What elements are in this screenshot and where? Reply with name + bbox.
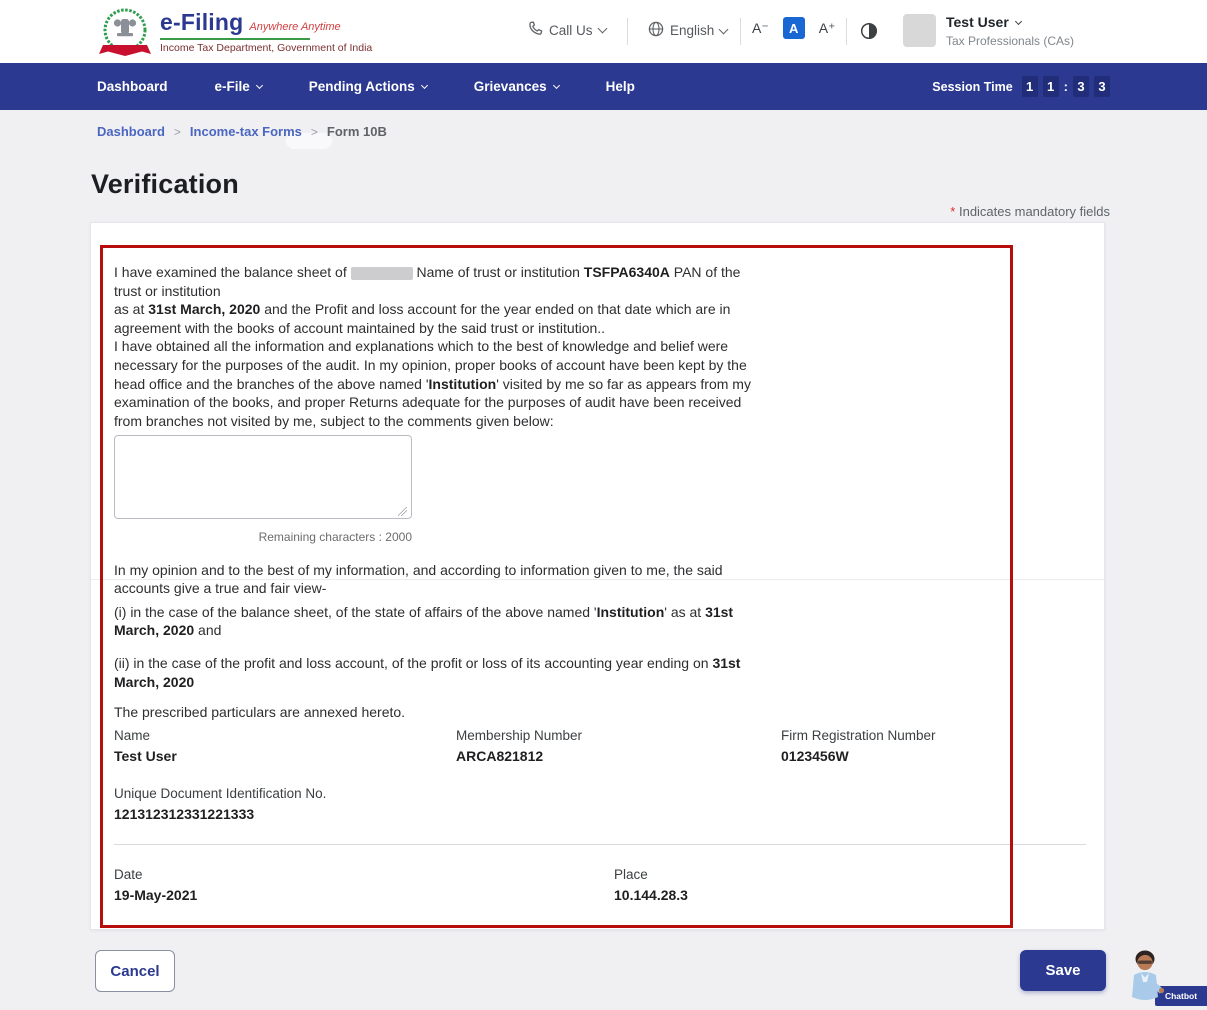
paragraph-profit-loss-ii: (ii) in the case of the profit and loss … (114, 654, 764, 691)
page-title: Verification (91, 169, 239, 200)
verification-text: I have examined the balance sheet of Nam… (114, 263, 764, 722)
udin-value: 121312312331221333 (114, 806, 326, 822)
header-divider (740, 18, 741, 45)
breadcrumb-separator: > (311, 125, 318, 139)
chevron-down-icon (719, 24, 729, 34)
national-emblem-icon (98, 5, 152, 66)
date-label: Date (114, 867, 197, 882)
font-default-button[interactable]: A (783, 17, 805, 39)
udin-label: Unique Document Identification No. (114, 786, 326, 801)
session-time-label: Session Time (932, 80, 1012, 94)
session-digit: 1 (1022, 76, 1038, 97)
globe-icon (648, 21, 664, 40)
efiling-logo: e-Filing Anywhere Anytime Income Tax Dep… (98, 5, 372, 66)
breadcrumb-current: Form 10B (327, 124, 387, 139)
nav-label: Help (606, 79, 635, 94)
font-increase-button[interactable]: A⁺ (819, 20, 836, 37)
session-colon: : (1064, 79, 1068, 94)
paragraph-obtained-info: I have obtained all the information and … (114, 337, 764, 430)
fields-divider (114, 844, 1086, 845)
place-value: 10.144.28.3 (614, 887, 688, 903)
call-us-label: Call Us (549, 23, 593, 38)
field-name: Name Test User (114, 728, 177, 764)
breadcrumb: Dashboard > Income-tax Forms > Form 10B (97, 124, 387, 139)
field-udin: Unique Document Identification No. 12131… (114, 786, 326, 822)
field-firm-registration: Firm Registration Number 0123456W (781, 728, 936, 764)
chevron-down-icon (553, 82, 560, 89)
chatbot-avatar-icon (1125, 949, 1165, 1010)
chevron-down-icon (597, 24, 607, 34)
font-size-controls: A⁻ A A⁺ (752, 17, 835, 39)
paragraph-opinion: In my opinion and to the best of my info… (114, 561, 764, 598)
main-navbar: Dashboard e-File Pending Actions Grievan… (0, 63, 1207, 110)
nav-label: e-File (215, 79, 250, 94)
nav-item-help[interactable]: Help (606, 79, 635, 94)
user-name: Test User (946, 14, 1009, 30)
brand-underline (160, 38, 310, 40)
brand-tagline: Anywhere Anytime (249, 21, 340, 33)
breadcrumb-separator: > (174, 125, 181, 139)
nav-item-grievances[interactable]: Grievances (474, 79, 559, 94)
paragraph-as-at: as at 31st March, 2020 and the Profit an… (114, 300, 764, 337)
membership-number-value: ARCA821812 (456, 748, 582, 764)
nav-label: Pending Actions (309, 79, 415, 94)
name-value: Test User (114, 748, 177, 764)
nav-label: Dashboard (97, 79, 168, 94)
user-menu[interactable]: Test User Tax Professionals (CAs) (903, 14, 1074, 48)
user-role: Tax Professionals (CAs) (946, 34, 1074, 48)
language-label: English (670, 23, 714, 38)
date-value: 19-May-2021 (114, 887, 197, 903)
chatbot-widget[interactable]: Chatbot (1123, 954, 1207, 1010)
session-digit: 3 (1094, 76, 1110, 97)
mandatory-text: Indicates mandatory fields (955, 204, 1110, 219)
nav-item-dashboard[interactable]: Dashboard (97, 79, 168, 94)
field-place: Place 10.144.28.3 (614, 867, 688, 903)
cancel-button[interactable]: Cancel (95, 950, 175, 992)
session-digit: 3 (1073, 76, 1089, 97)
verification-card: I have examined the balance sheet of Nam… (90, 222, 1105, 930)
nav-item-pending-actions[interactable]: Pending Actions (309, 79, 427, 94)
name-label: Name (114, 728, 177, 743)
font-decrease-button[interactable]: A⁻ (752, 20, 769, 37)
nav-item-efile[interactable]: e-File (215, 79, 262, 94)
breadcrumb-dashboard[interactable]: Dashboard (97, 124, 165, 139)
firm-registration-label: Firm Registration Number (781, 728, 936, 743)
firm-registration-value: 0123456W (781, 748, 936, 764)
session-timer: Session Time 1 1 : 3 3 (932, 63, 1110, 110)
chevron-down-icon (256, 82, 263, 89)
brand-title: e-Filing (160, 9, 243, 36)
field-membership-number: Membership Number ARCA821812 (456, 728, 582, 764)
top-header: e-Filing Anywhere Anytime Income Tax Dep… (0, 0, 1207, 63)
org-subtitle: Income Tax Department, Government of Ind… (160, 42, 372, 54)
paragraph-balance-sheet: I have examined the balance sheet of Nam… (114, 263, 764, 300)
phone-icon (528, 21, 543, 39)
pan-value: TSFPA6340A (584, 264, 670, 280)
contrast-toggle[interactable] (860, 22, 878, 45)
comments-textarea[interactable] (114, 435, 412, 519)
header-divider (627, 18, 628, 45)
paragraph-balance-sheet-i: (i) in the case of the balance sheet, of… (114, 603, 764, 640)
call-us-menu[interactable]: Call Us (528, 21, 606, 39)
session-digit: 1 (1043, 76, 1059, 97)
breadcrumb-income-tax-forms[interactable]: Income-tax Forms (190, 124, 302, 139)
field-date: Date 19-May-2021 (114, 867, 197, 903)
chevron-down-icon (421, 82, 428, 89)
header-divider (846, 18, 847, 45)
paragraph-annexed: The prescribed particulars are annexed h… (114, 703, 764, 722)
remaining-characters: Remaining characters : 2000 (114, 528, 412, 547)
language-menu[interactable]: English (648, 21, 727, 40)
place-label: Place (614, 867, 688, 882)
avatar (903, 14, 936, 47)
chevron-down-icon (1015, 17, 1022, 24)
save-button[interactable]: Save (1020, 950, 1106, 991)
mandatory-note: * Indicates mandatory fields (0, 204, 1110, 219)
membership-number-label: Membership Number (456, 728, 582, 743)
nav-label: Grievances (474, 79, 547, 94)
redacted-trust-name (351, 267, 413, 280)
